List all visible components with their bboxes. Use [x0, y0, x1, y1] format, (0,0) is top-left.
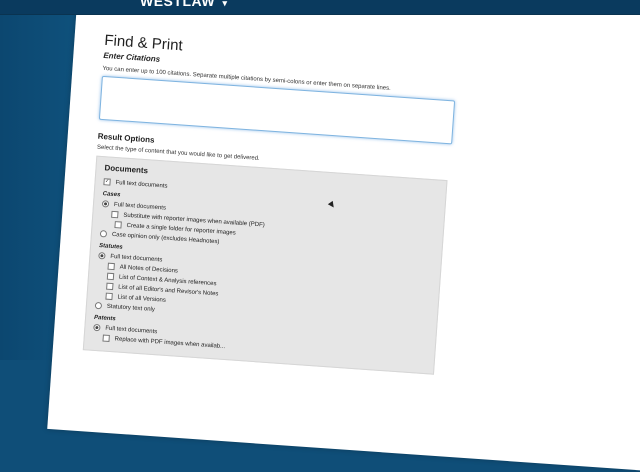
checkbox-icon[interactable]	[114, 221, 122, 229]
statutes-versions-label: List of all Versions	[117, 293, 167, 304]
radio-icon[interactable]	[99, 230, 108, 238]
checked-checkbox-icon[interactable]: ✓	[103, 178, 111, 186]
westlaw-logo[interactable]: WESTLAW ▾	[140, 0, 227, 9]
radio-icon[interactable]	[94, 301, 103, 310]
statutes-full-text-label: Full text documents	[110, 253, 163, 263]
main-panel: Find & Print Enter Citations You can ent…	[47, 0, 640, 472]
checkbox-icon[interactable]	[106, 282, 114, 291]
documents-full-text-label: Full text documents	[115, 179, 168, 190]
patents-full-text-label: Full text documents	[105, 325, 158, 335]
radio-selected-icon[interactable]	[93, 323, 101, 332]
radio-selected-icon[interactable]	[98, 252, 106, 260]
checkbox-icon[interactable]	[106, 272, 115, 281]
statutes-notes-label: All Notes of Decisions	[119, 264, 179, 275]
checkbox-icon[interactable]	[111, 210, 119, 219]
checkbox-icon[interactable]	[102, 334, 110, 342]
result-options-panel: Documents ✓ Full text documents Cases Fu…	[82, 155, 448, 375]
top-navigation-bar: WESTLAW ▾	[0, 0, 640, 15]
cases-full-text-label: Full text documents	[113, 201, 167, 212]
brand-text: WESTLAW	[140, 0, 216, 9]
find-print-form: Find & Print Enter Citations You can ent…	[82, 32, 484, 377]
statutes-statutory-only-label: Statutory text only	[106, 303, 156, 313]
chevron-down-icon: ▾	[222, 0, 228, 8]
checkbox-icon[interactable]	[105, 292, 113, 301]
radio-selected-icon[interactable]	[101, 200, 110, 208]
checkbox-icon[interactable]	[107, 262, 115, 271]
